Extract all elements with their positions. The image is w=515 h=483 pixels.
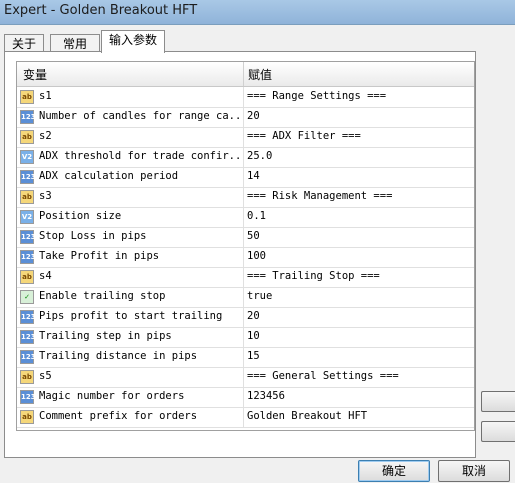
parameter-row[interactable]: ✓ Enable trailing stop true	[17, 287, 474, 308]
parameter-row[interactable]: ab s3 === Risk Management ===	[17, 187, 474, 208]
parameter-name: Comment prefix for orders	[39, 410, 198, 422]
parameter-value[interactable]: 100	[247, 250, 469, 262]
parameter-value[interactable]: 123456	[247, 390, 469, 402]
string-type-icon: ab	[20, 370, 34, 384]
parameter-name: ADX calculation period	[39, 170, 179, 182]
cell-divider	[243, 227, 244, 247]
cell-divider	[243, 387, 244, 407]
parameter-value[interactable]: === Risk Management ===	[247, 190, 469, 202]
parameter-row[interactable]: V2 ADX threshold for trade confir... 25.0	[17, 147, 474, 168]
parameter-row[interactable]: ab s4 === Trailing Stop ===	[17, 267, 474, 288]
string-type-icon: ab	[20, 410, 34, 424]
parameter-name: Pips profit to start trailing	[39, 310, 223, 322]
window-title: Expert - Golden Breakout HFT	[4, 3, 198, 18]
parameter-value[interactable]: 20	[247, 110, 469, 122]
parameter-value[interactable]: === General Settings ===	[247, 370, 469, 382]
parameter-row[interactable]: ab s2 === ADX Filter ===	[17, 127, 474, 148]
integer-type-icon: 123	[20, 330, 36, 344]
cell-divider	[243, 127, 244, 147]
cell-divider	[243, 347, 244, 367]
side-button-2[interactable]	[481, 421, 515, 442]
integer-type-icon: 123	[20, 350, 36, 364]
string-type-icon: ab	[20, 90, 34, 104]
side-button-1[interactable]	[481, 391, 515, 412]
parameter-name: Number of candles for range ca...	[39, 110, 241, 122]
parameter-row[interactable]: 123 Stop Loss in pips 50	[17, 227, 474, 248]
integer-type-icon: 123	[20, 170, 36, 184]
parameter-name: Stop Loss in pips	[39, 230, 147, 242]
parameters-grid: 变量 赋值 ab s1 === Range Settings === 123 Numbe…	[16, 61, 475, 431]
integer-type-icon: 123	[20, 230, 36, 244]
parameter-name: Position size	[39, 210, 122, 222]
cell-divider	[243, 287, 244, 307]
parameter-value[interactable]: true	[247, 290, 469, 302]
parameter-row[interactable]: 123 Pips profit to start trailing 20	[17, 307, 474, 328]
parameter-name: Trailing distance in pips	[39, 350, 198, 362]
parameter-value[interactable]: 50	[247, 230, 469, 242]
cell-divider	[243, 167, 244, 187]
parameter-name: ADX threshold for trade confir...	[39, 150, 241, 162]
parameter-row[interactable]: ab s5 === General Settings ===	[17, 367, 474, 388]
title-bar: Expert - Golden Breakout HFT	[0, 0, 515, 25]
parameter-value[interactable]: === ADX Filter ===	[247, 130, 469, 142]
parameter-row[interactable]: 123 Number of candles for range ca... 20	[17, 107, 474, 128]
parameter-value[interactable]: === Range Settings ===	[247, 90, 469, 102]
parameter-row[interactable]: 123 Take Profit in pips 100	[17, 247, 474, 268]
parameter-row[interactable]: 123 ADX calculation period 14	[17, 167, 474, 188]
grid-header: 变量 赋值	[17, 62, 474, 87]
parameter-row[interactable]: ab Comment prefix for orders Golden Breako…	[17, 407, 474, 428]
parameter-name: s3	[39, 190, 52, 202]
column-header-variable[interactable]: 变量	[23, 66, 47, 83]
cell-divider	[243, 307, 244, 327]
ok-button[interactable]: 确定	[358, 460, 430, 482]
parameter-row[interactable]: V2 Position size 0.1	[17, 207, 474, 228]
parameter-name: s2	[39, 130, 52, 142]
parameter-name: Trailing step in pips	[39, 330, 172, 342]
parameter-name: s4	[39, 270, 52, 282]
parameter-row[interactable]: 123 Trailing step in pips 10	[17, 327, 474, 348]
parameter-name: s1	[39, 90, 52, 102]
parameter-value[interactable]: 20	[247, 310, 469, 322]
cell-divider	[243, 327, 244, 347]
parameter-value[interactable]: 10	[247, 330, 469, 342]
boolean-type-icon: ✓	[20, 290, 34, 304]
cell-divider	[243, 407, 244, 427]
parameter-name: Take Profit in pips	[39, 250, 160, 262]
integer-type-icon: 123	[20, 250, 36, 264]
string-type-icon: ab	[20, 270, 34, 284]
parameter-row[interactable]: ab s1 === Range Settings ===	[17, 87, 474, 108]
cancel-button[interactable]: 取消	[438, 460, 510, 482]
cell-divider	[243, 87, 244, 107]
parameter-value[interactable]: Golden Breakout HFT	[247, 410, 469, 422]
parameter-value[interactable]: 15	[247, 350, 469, 362]
double-type-icon: V2	[20, 210, 34, 224]
double-type-icon: V2	[20, 150, 34, 164]
cell-divider	[243, 107, 244, 127]
parameter-name: Enable trailing stop	[39, 290, 166, 302]
parameter-name: s5	[39, 370, 52, 382]
parameter-row[interactable]: 123 Trailing distance in pips 15	[17, 347, 474, 368]
string-type-icon: ab	[20, 190, 34, 204]
column-header-value[interactable]: 赋值	[248, 66, 272, 83]
cell-divider	[243, 267, 244, 287]
integer-type-icon: 123	[20, 310, 36, 324]
integer-type-icon: 123	[20, 110, 36, 124]
integer-type-icon: 123	[20, 390, 36, 404]
column-divider[interactable]	[243, 62, 244, 86]
string-type-icon: ab	[20, 130, 34, 144]
tab-inputs[interactable]: 输入参数	[101, 30, 165, 53]
parameter-name: Magic number for orders	[39, 390, 185, 402]
cell-divider	[243, 367, 244, 387]
parameter-value[interactable]: 14	[247, 170, 469, 182]
parameter-row[interactable]: 123 Magic number for orders 123456	[17, 387, 474, 408]
parameter-value[interactable]: === Trailing Stop ===	[247, 270, 469, 282]
cell-divider	[243, 207, 244, 227]
cell-divider	[243, 187, 244, 207]
parameter-value[interactable]: 0.1	[247, 210, 469, 222]
cell-divider	[243, 247, 244, 267]
parameter-value[interactable]: 25.0	[247, 150, 469, 162]
cell-divider	[243, 147, 244, 167]
